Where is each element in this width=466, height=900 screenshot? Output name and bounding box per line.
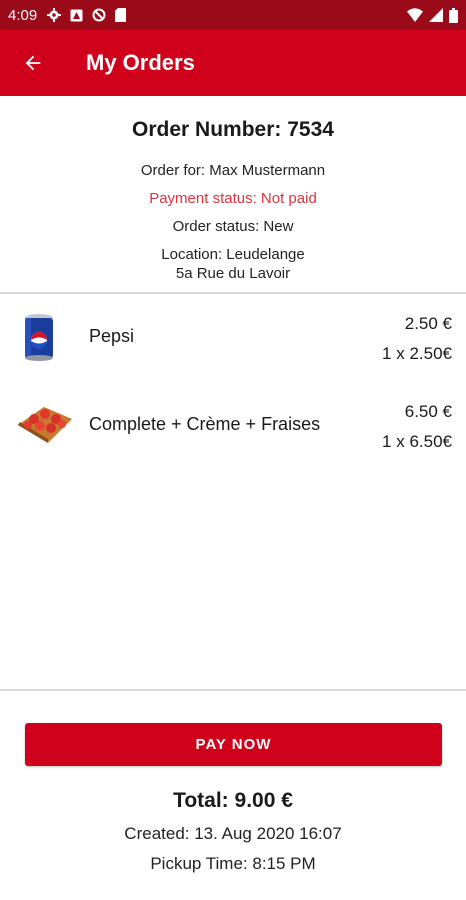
status-notification-icons [47, 8, 127, 22]
created-date: Created: 13. Aug 2020 16:07 [124, 824, 342, 843]
arrow-back-icon [25, 55, 41, 71]
item-quantity-price: 1 x 2.50€ [382, 344, 452, 363]
divider [0, 689, 466, 691]
order-total: Total: 9.00 € [173, 789, 293, 812]
order-number: Order Number: 7534 [132, 118, 334, 141]
order-location: Location: Leudelange [161, 246, 305, 263]
item-price: 6.50 € [404, 402, 452, 421]
order-item: Complete + Crème + Fraises 6.50 € 1 x 6.… [0, 393, 466, 463]
battery-icon [449, 7, 458, 23]
blocked-icon [92, 8, 106, 22]
crepe-icon [18, 407, 72, 443]
pay-now-button[interactable]: PAY NOW [25, 723, 442, 766]
order-address: 5a Rue du Lavoir [175, 265, 291, 282]
item-name: Complete + Crème + Fraises [89, 414, 321, 434]
app-notification-icon [70, 9, 83, 21]
divider [0, 292, 466, 294]
item-quantity-price: 1 x 6.50€ [382, 432, 452, 451]
order-item: Pepsi 2.50 € 1 x 2.50€ [0, 305, 466, 375]
back-button[interactable] [0, 30, 66, 96]
pepsi-can-icon [25, 314, 53, 361]
sd-card-icon [115, 8, 127, 22]
order-customer: Order for: Max Mustermann [140, 162, 326, 179]
item-name: Pepsi [89, 326, 135, 346]
settings-icon [47, 8, 62, 22]
status-system-icons [407, 7, 458, 23]
order-header: Order Number: 7534 Order for: Max Muster… [0, 96, 466, 292]
pickup-time: Pickup Time: 8:15 PM [150, 854, 316, 873]
order-status: Order status: New [172, 218, 294, 235]
page-title: My Orders [86, 50, 195, 75]
status-time: 4:09 [8, 6, 38, 24]
app-bar: My Orders [0, 30, 466, 96]
status-bar: 4:09 [0, 0, 466, 30]
cell-signal-icon [429, 8, 443, 22]
item-price: 2.50 € [404, 314, 452, 333]
wifi-icon [407, 8, 423, 22]
payment-status: Payment status: Not paid [149, 190, 317, 207]
